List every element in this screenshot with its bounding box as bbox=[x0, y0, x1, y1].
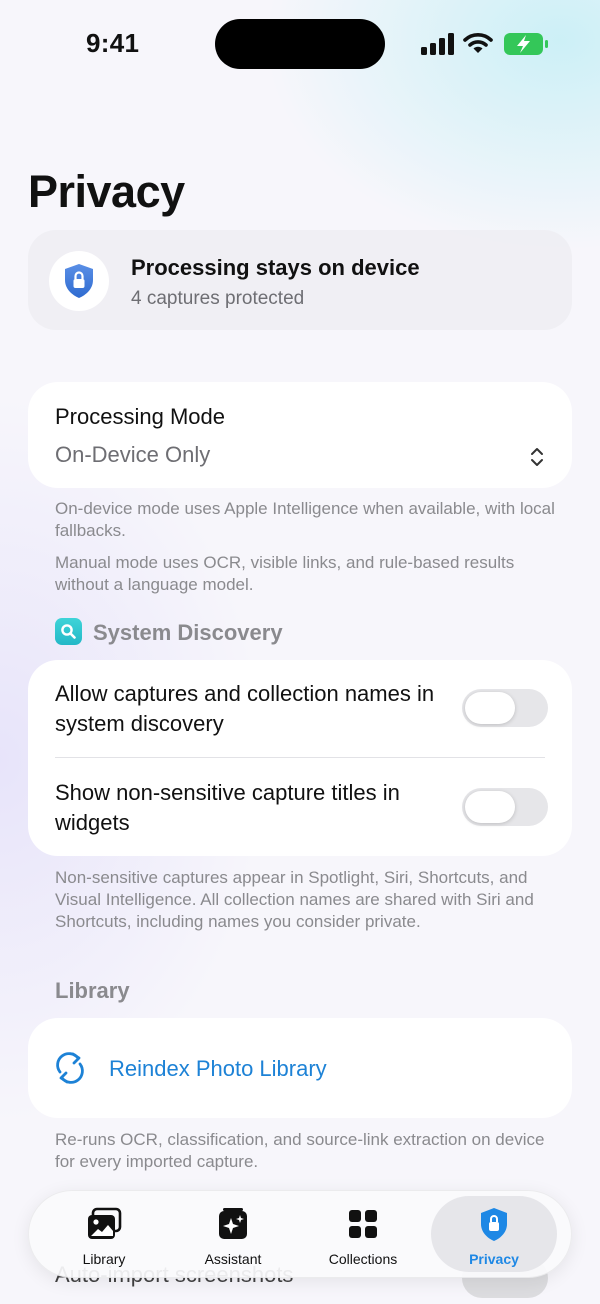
tab-label: Privacy bbox=[469, 1251, 519, 1267]
wifi-icon bbox=[463, 33, 493, 53]
processing-note-on-device: On-device mode uses Apple Intelligence w… bbox=[55, 499, 555, 540]
summary-subtitle: 4 captures protected bbox=[131, 288, 305, 309]
discovery-toggle[interactable] bbox=[462, 689, 548, 727]
status-time: 9:41 bbox=[86, 28, 140, 58]
page-title: Privacy bbox=[28, 166, 185, 217]
tab-label: Collections bbox=[328, 1251, 398, 1267]
processing-note-manual: Manual mode uses OCR, visible links, and… bbox=[55, 553, 515, 594]
processing-mode-picker[interactable]: Processing Mode On-Device Only bbox=[28, 382, 572, 488]
sparkles-icon bbox=[219, 1208, 247, 1239]
system-discovery-card: Allow captures and collection names in s… bbox=[28, 660, 572, 856]
processing-mode-label: Processing Mode bbox=[55, 404, 225, 429]
privacy-summary-card: Processing stays on device 4 captures pr… bbox=[28, 230, 572, 330]
photo-library-icon bbox=[88, 1207, 122, 1239]
dynamic-island bbox=[215, 19, 385, 69]
tab-library[interactable]: Library bbox=[41, 1196, 167, 1272]
lock-shield-icon bbox=[49, 251, 109, 311]
section-header-system-discovery: System Discovery bbox=[93, 620, 283, 645]
reindex-photo-library-button[interactable]: Reindex Photo Library bbox=[28, 1018, 572, 1118]
status-bar: 9:41 bbox=[0, 0, 600, 90]
section-header-library: Library bbox=[55, 978, 130, 1003]
summary-title: Processing stays on device bbox=[131, 255, 420, 280]
magnifier-icon bbox=[55, 618, 82, 645]
row-divider bbox=[55, 757, 545, 758]
tab-label: Assistant bbox=[204, 1251, 262, 1267]
cellular-signal-icon bbox=[421, 33, 454, 55]
system-discovery-note: Non-sensitive captures appear in Spotlig… bbox=[55, 868, 534, 931]
widgets-row-label: Show non-sensitive capture titles in wid… bbox=[55, 780, 400, 835]
grid-icon bbox=[349, 1210, 377, 1238]
tab-collections[interactable]: Collections bbox=[300, 1196, 426, 1272]
shield-lock-icon bbox=[481, 1208, 507, 1241]
reindex-note: Re-runs OCR, classification, and source-… bbox=[55, 1130, 545, 1171]
tab-assistant[interactable]: Assistant bbox=[170, 1196, 296, 1272]
battery-charging-icon bbox=[504, 33, 548, 55]
tab-label: Library bbox=[82, 1251, 126, 1267]
widgets-titles-toggle[interactable] bbox=[462, 788, 548, 826]
tab-bar: Library Assistant Collections Privacy bbox=[28, 1190, 572, 1278]
processing-mode-value: On-Device Only bbox=[55, 442, 211, 467]
reindex-label: Reindex Photo Library bbox=[109, 1056, 327, 1081]
refresh-icon bbox=[56, 1052, 84, 1084]
discovery-row-label: Allow captures and collection names in s… bbox=[55, 681, 435, 736]
chevron-up-down-icon bbox=[531, 448, 543, 466]
tab-privacy[interactable]: Privacy bbox=[431, 1196, 557, 1272]
